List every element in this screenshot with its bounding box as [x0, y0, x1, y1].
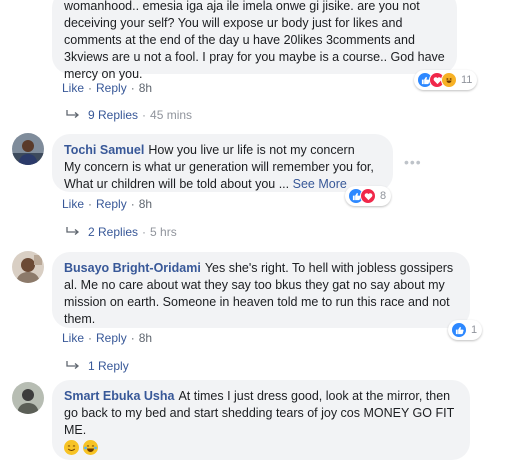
reply-link[interactable]: Reply — [96, 331, 127, 345]
comment-text: How you live ur life is not my concern — [148, 143, 355, 157]
like-icon — [451, 322, 467, 338]
comment-text-line: mission on earth. Someone in heaven told… — [64, 295, 450, 309]
see-more-link[interactable]: See More — [293, 177, 347, 191]
replies-dot: · — [142, 225, 147, 239]
emoji-row — [64, 439, 458, 456]
reply-link[interactable]: Reply — [96, 197, 127, 211]
comment-author[interactable]: Busayo Bright-Oridami — [64, 261, 201, 275]
comment-text-line: deceiving your self? You will expose ur … — [64, 16, 403, 30]
comment-text-line: What ur children will be told about you … — [64, 176, 381, 193]
haha-icon — [441, 72, 457, 88]
love-icon — [360, 188, 376, 204]
view-replies[interactable]: 2 Replies · 5 hrs — [66, 225, 177, 239]
comment-bubble: Tochi Samuel How you live ur life is not … — [52, 134, 393, 192]
replies-time: 5 hrs — [150, 225, 177, 239]
timestamp[interactable]: 8h — [139, 197, 152, 211]
replies-dot: · — [142, 108, 147, 122]
reaction-summary[interactable]: 11 — [414, 70, 478, 90]
comment-text-line: 3kviews are u not a fool. I pray for you… — [64, 50, 445, 64]
smiling-face-emoji-icon — [64, 440, 79, 456]
comment-text-line: Tochi Samuel How you live ur life is not … — [64, 142, 381, 159]
view-replies[interactable]: 1 Reply — [66, 359, 129, 373]
reaction-summary[interactable]: 8 — [345, 186, 392, 206]
comment-text-line: My concern is what ur generation will re… — [64, 160, 374, 174]
comment-text-line: ME. — [64, 423, 87, 437]
timestamp[interactable]: 8h — [139, 81, 152, 95]
like-link[interactable]: Like — [62, 197, 84, 211]
avatar[interactable] — [12, 251, 44, 283]
reaction-count: 1 — [471, 324, 478, 336]
comment-bubble: Busayo Bright-Oridami Yes she's right. To… — [52, 252, 470, 328]
reaction-count: 8 — [380, 190, 387, 202]
comment-text-line: Smart Ebuka Usha At times I just dress go… — [64, 388, 458, 405]
reply-link[interactable]: Reply — [96, 81, 127, 95]
replies-count[interactable]: 2 Replies — [88, 225, 138, 239]
comment-text-line: Busayo Bright-Oridami Yes she's right. To… — [64, 260, 458, 277]
comment-bubble: Smart Ebuka Usha At times I just dress go… — [52, 380, 470, 460]
comment-author[interactable]: Smart Ebuka Usha — [64, 389, 174, 403]
comment-text-line: them. — [64, 312, 96, 326]
more-options-icon[interactable]: ••• — [404, 154, 422, 170]
comment-text: Yes she's right. To hell with jobless go… — [204, 261, 454, 275]
reaction-summary[interactable]: 1 — [448, 320, 483, 340]
comment-text-line: al. Me no care about wat they say too bk… — [64, 278, 445, 292]
replies-count[interactable]: 9 Replies — [88, 108, 138, 122]
reply-arrow-icon — [66, 110, 80, 118]
comment-text: What ur children will be told about you … — [64, 177, 290, 191]
comment-actions: Like · Reply · 8h — [62, 81, 153, 95]
tears-of-joy-emoji-icon — [83, 440, 99, 456]
comment-author[interactable]: Tochi Samuel — [64, 143, 144, 157]
avatar[interactable] — [12, 382, 44, 414]
comment-text: At times I just dress good, look at the … — [178, 389, 451, 403]
replies-time: 45 mins — [150, 108, 193, 122]
like-link[interactable]: Like — [62, 331, 84, 345]
like-link[interactable]: Like — [62, 81, 84, 95]
avatar[interactable] — [12, 133, 44, 165]
replies-count[interactable]: 1 Reply — [88, 359, 129, 373]
reply-arrow-icon — [66, 361, 80, 369]
view-replies[interactable]: 9 Replies · 45 mins — [66, 108, 192, 122]
comment-text-line: womanhood.. emesia iga aja ile imela onw… — [64, 0, 420, 13]
timestamp[interactable]: 8h — [139, 331, 152, 345]
reaction-count: 11 — [461, 74, 473, 86]
comment-text-line: go back to my bed and start shedding tea… — [64, 406, 455, 420]
comment-bubble: womanhood.. emesia iga aja ile imela onw… — [52, 0, 457, 81]
comment-actions: Like · Reply · 8h — [62, 331, 153, 345]
comment-text-line: comments at the end of the day u have 20… — [64, 33, 415, 47]
reply-arrow-icon — [66, 227, 80, 235]
comment-actions: Like · Reply · 8h — [62, 197, 153, 211]
